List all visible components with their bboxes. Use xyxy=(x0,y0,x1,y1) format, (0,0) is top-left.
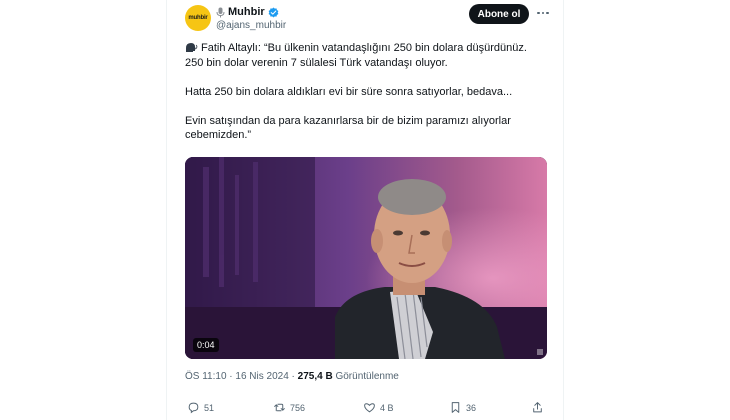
video-frame xyxy=(185,157,547,359)
tweet-line-3: Hatta 250 bin dolara aldıkları evi bir s… xyxy=(185,85,513,98)
speaking-head-icon xyxy=(185,42,198,53)
video-player[interactable]: 0:04 xyxy=(185,157,547,359)
views-count: 275,4 B xyxy=(297,371,333,382)
views-label: Görüntülenme xyxy=(332,371,399,382)
microphone-icon xyxy=(216,7,225,18)
left-margin xyxy=(0,0,167,420)
more-options-icon[interactable] xyxy=(537,8,551,18)
tweet-timestamp[interactable]: ÖS 11:10 · 16 Nis 2024 · xyxy=(185,371,298,382)
action-bar: 51 756 4 B 36 xyxy=(185,401,547,417)
tweet-line-5: cebemizden.” xyxy=(185,129,252,141)
tweet-meta: ÖS 11:10 · 16 Nis 2024 · 275,4 B Görüntü… xyxy=(185,371,399,382)
avatar-logo-text: muhbir xyxy=(188,15,208,21)
bookmark-icon xyxy=(451,402,460,413)
repost-icon xyxy=(274,403,285,412)
video-duration-badge: 0:04 xyxy=(193,338,219,352)
avatar[interactable]: muhbir xyxy=(185,5,211,31)
verified-badge-icon xyxy=(268,7,279,18)
display-name[interactable]: Muhbir xyxy=(228,6,265,18)
author-row: Muhbir xyxy=(216,6,279,18)
like-button[interactable]: 4 B xyxy=(363,401,394,414)
bookmark-button[interactable]: 36 xyxy=(449,401,476,414)
tweet-line-1: Fatih Altaylı: “Bu ülkenin vatandaşlığın… xyxy=(185,41,561,56)
share-button[interactable] xyxy=(531,401,544,414)
handle[interactable]: @ajans_muhbir xyxy=(216,20,286,31)
tweet-card: muhbir Muhbir @ajans_muhbir Abone ol Fat… xyxy=(167,0,563,420)
tweet-line-4: Evin satışından da para kazanırlarsa bir… xyxy=(185,114,511,127)
like-count: 4 B xyxy=(380,402,394,413)
follow-button[interactable]: Abone ol xyxy=(469,4,529,24)
tweet-text: Fatih Altaylı: “Bu ülkenin vatandaşlığın… xyxy=(185,41,561,143)
bookmark-count: 36 xyxy=(466,402,477,413)
reply-count: 51 xyxy=(204,402,215,413)
heart-icon xyxy=(364,403,375,413)
right-margin xyxy=(563,0,730,420)
share-icon xyxy=(533,402,542,413)
reply-icon xyxy=(188,402,199,414)
repost-button[interactable]: 756 xyxy=(273,401,305,414)
repost-count: 756 xyxy=(290,402,306,413)
reply-button[interactable]: 51 xyxy=(187,401,214,414)
tweet-line-2: 250 bin dolar verenin 7 sülalesi Türk va… xyxy=(185,56,448,69)
